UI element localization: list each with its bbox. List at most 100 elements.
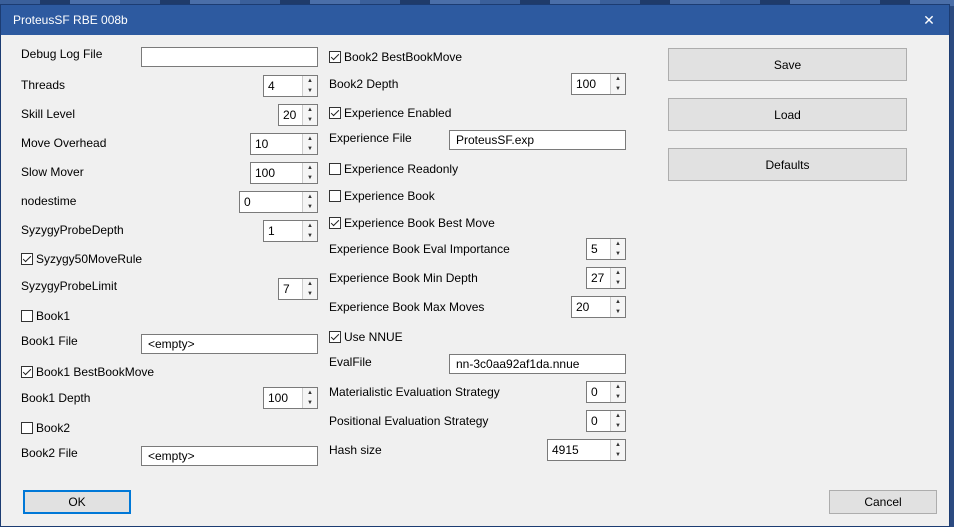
hash-size-spinner[interactable]: 4915 ▲ ▼ [547,439,626,461]
syzygy-probe-depth-label: SyzygyProbeDepth [21,223,124,237]
syzygy50-label: Syzygy50MoveRule [36,252,143,266]
threads-value: 4 [268,79,275,93]
exp-min-depth-spinner[interactable]: 27 ▲ ▼ [586,267,626,289]
syzygy-probe-limit-spinner[interactable]: 7 ▲ ▼ [278,278,318,300]
syzygy-probe-depth-value: 1 [268,224,275,238]
evalfile-input[interactable]: nn-3c0aa92af1da.nnue [449,354,626,374]
book2-depth-spinner[interactable]: 100 ▲ ▼ [571,73,626,95]
title-bar: ProteusSF RBE 008b ✕ [1,5,949,35]
exp-book-best-checkbox[interactable]: Experience Book Best Move [329,216,495,230]
exp-eval-importance-value: 5 [591,242,598,256]
options-dialog: ProteusSF RBE 008b ✕ Debug Log File Thre… [0,4,950,527]
spin-down-icon[interactable]: ▼ [303,398,317,408]
spin-down-icon[interactable]: ▼ [611,84,625,94]
book2-file-input[interactable]: <empty> [141,446,318,466]
checkbox-unchecked-icon [21,310,33,322]
book2-best-label: Book2 BestBookMove [344,50,463,64]
use-nnue-label: Use NNUE [344,330,403,344]
spin-down-icon[interactable]: ▼ [303,231,317,241]
spin-down-icon[interactable]: ▼ [611,450,625,460]
threads-spinner[interactable]: 4 ▲ ▼ [263,75,318,97]
exp-eval-importance-label: Experience Book Eval Importance [329,242,510,256]
book1-file-label: Book1 File [21,334,78,348]
checkbox-checked-icon [329,331,341,343]
syzygy50-checkbox[interactable]: Syzygy50MoveRule [21,252,142,266]
spin-down-icon[interactable]: ▼ [611,421,625,431]
hash-size-label: Hash size [329,443,382,457]
save-button[interactable]: Save [668,48,907,81]
exp-book-checkbox[interactable]: Experience Book [329,189,435,203]
debug-log-file-input[interactable] [141,47,318,67]
spin-down-icon[interactable]: ▼ [611,392,625,402]
materialistic-label: Materialistic Evaluation Strategy [329,385,500,399]
spin-down-icon[interactable]: ▼ [303,289,317,299]
spin-down-icon[interactable]: ▼ [611,278,625,288]
book1-best-checkbox[interactable]: Book1 BestBookMove [21,365,154,379]
checkbox-checked-icon [21,253,33,265]
exp-book-best-label: Experience Book Best Move [344,216,495,230]
move-overhead-spinner[interactable]: 10 ▲ ▼ [250,133,318,155]
book2-checkbox[interactable]: Book2 [21,421,70,435]
spin-down-icon[interactable]: ▼ [303,202,317,212]
exp-min-depth-value: 27 [591,271,605,285]
cancel-button[interactable]: Cancel [829,490,937,514]
exp-file-input[interactable]: ProteusSF.exp [449,130,626,150]
book2-depth-label: Book2 Depth [329,77,399,91]
spin-down-icon[interactable]: ▼ [303,115,317,125]
move-overhead-label: Move Overhead [21,136,107,150]
book2-best-checkbox[interactable]: Book2 BestBookMove [329,50,462,64]
checkbox-checked-icon [21,366,33,378]
spin-down-icon[interactable]: ▼ [611,249,625,259]
threads-label: Threads [21,78,66,92]
exp-max-moves-label: Experience Book Max Moves [329,300,485,314]
skill-level-label: Skill Level [21,107,76,121]
spin-down-icon[interactable]: ▼ [611,307,625,317]
book1-best-label: Book1 BestBookMove [36,365,155,379]
syzygy-probe-depth-spinner[interactable]: 1 ▲ ▼ [263,220,318,242]
defaults-button[interactable]: Defaults [668,148,907,181]
checkbox-unchecked-icon [329,163,341,175]
book1-depth-label: Book1 Depth [21,391,91,405]
checkbox-unchecked-icon [21,422,33,434]
exp-readonly-checkbox[interactable]: Experience Readonly [329,162,458,176]
syzygy-probe-limit-label: SyzygyProbeLimit [21,279,118,293]
spin-down-icon[interactable]: ▼ [303,144,317,154]
book2-depth-value: 100 [576,77,597,91]
nodestime-value: 0 [244,195,251,209]
book1-label: Book1 [36,309,71,323]
slow-mover-value: 100 [255,166,276,180]
debug-log-file-label: Debug Log File [21,47,103,61]
move-overhead-value: 10 [255,137,269,151]
book1-file-input[interactable]: <empty> [141,334,318,354]
spin-down-icon[interactable]: ▼ [303,173,317,183]
slow-mover-spinner[interactable]: 100 ▲ ▼ [250,162,318,184]
nodestime-spinner[interactable]: 0 ▲ ▼ [239,191,318,213]
book1-depth-spinner[interactable]: 100 ▲ ▼ [263,387,318,409]
checkbox-checked-icon [329,107,341,119]
positional-label: Positional Evaluation Strategy [329,414,489,428]
checkbox-unchecked-icon [329,190,341,202]
close-icon[interactable]: ✕ [915,7,943,33]
materialistic-value: 0 [591,385,598,399]
ok-button[interactable]: OK [23,490,131,514]
spin-down-icon[interactable]: ▼ [303,86,317,96]
materialistic-spinner[interactable]: 0 ▲ ▼ [586,381,626,403]
positional-value: 0 [591,414,598,428]
skill-level-value: 20 [283,108,297,122]
exp-book-label: Experience Book [344,189,435,203]
exp-enabled-checkbox[interactable]: Experience Enabled [329,106,451,120]
use-nnue-checkbox[interactable]: Use NNUE [329,330,403,344]
positional-spinner[interactable]: 0 ▲ ▼ [586,410,626,432]
book1-checkbox[interactable]: Book1 [21,309,70,323]
exp-readonly-label: Experience Readonly [344,162,459,176]
exp-eval-importance-spinner[interactable]: 5 ▲ ▼ [586,238,626,260]
load-button[interactable]: Load [668,98,907,131]
skill-level-spinner[interactable]: 20 ▲ ▼ [278,104,318,126]
nodestime-label: nodestime [21,194,77,208]
book2-file-label: Book2 File [21,446,78,460]
window-title: ProteusSF RBE 008b [13,13,128,27]
exp-file-label: Experience File [329,131,412,145]
book2-label: Book2 [36,421,71,435]
checkbox-checked-icon [329,217,341,229]
exp-max-moves-spinner[interactable]: 20 ▲ ▼ [571,296,626,318]
